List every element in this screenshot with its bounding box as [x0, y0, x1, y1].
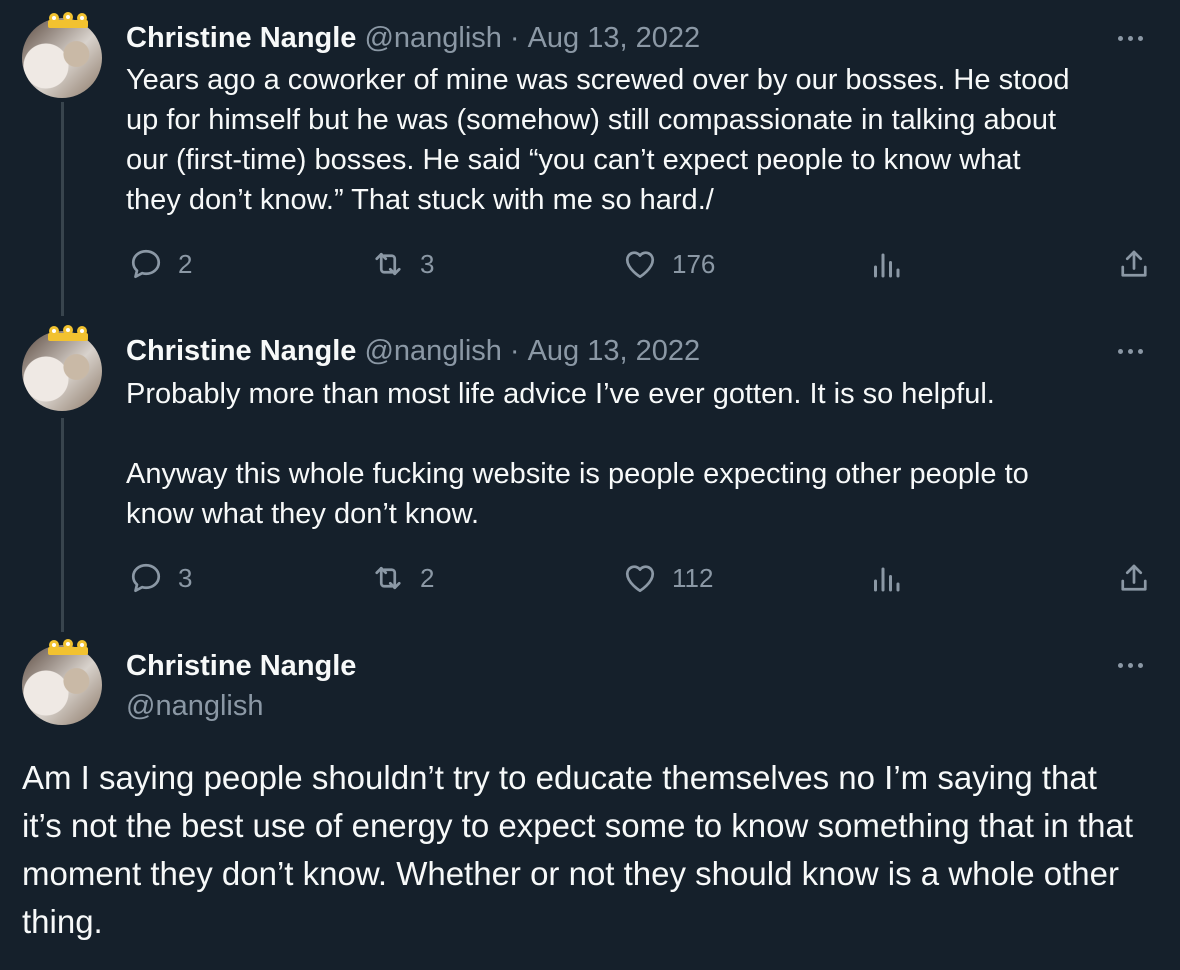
handle[interactable]: @nanglish: [364, 22, 501, 55]
reply-icon: [131, 563, 161, 593]
timestamp[interactable]: Aug 13, 2022: [528, 335, 701, 368]
handle[interactable]: @nanglish: [364, 335, 501, 368]
retweet-icon: [375, 252, 401, 276]
reply-count: 2: [178, 248, 193, 279]
like-button[interactable]: 176: [622, 246, 715, 282]
avatar[interactable]: [22, 639, 102, 725]
more-icon[interactable]: [1118, 33, 1150, 43]
views-button[interactable]: [868, 246, 904, 282]
display-name[interactable]: Christine Nangle: [126, 22, 356, 55]
crown-icon: [48, 639, 88, 655]
more-icon[interactable]: [1118, 346, 1150, 356]
share-icon: [1121, 250, 1147, 277]
crown-icon: [48, 12, 88, 28]
views-icon: [874, 567, 900, 592]
share-button[interactable]: [1116, 560, 1152, 596]
tweet-text: Probably more than most life advice I’ve…: [126, 378, 1029, 530]
tweet-text: Am I saying people shouldn’t try to educ…: [22, 759, 1134, 940]
like-icon: [625, 251, 655, 279]
handle[interactable]: @nanglish: [126, 686, 263, 726]
avatar[interactable]: [22, 12, 102, 98]
reply-button[interactable]: 3: [128, 560, 192, 596]
crown-icon: [48, 325, 88, 341]
retweet-button[interactable]: 3: [370, 246, 434, 282]
reply-count: 3: [178, 562, 193, 593]
avatar[interactable]: [22, 325, 102, 411]
retweet-count: 3: [420, 248, 435, 279]
like-icon: [625, 565, 655, 593]
thread-line: [61, 102, 64, 316]
tweet-text: Years ago a coworker of mine was screwed…: [126, 64, 1070, 216]
tweet-header: Christine Nangle @nanglish · Aug 13, 202…: [126, 18, 700, 58]
reply-button[interactable]: 2: [128, 246, 192, 282]
tweet-header: Christine Nangle @nanglish · Aug 13, 202…: [126, 331, 700, 371]
more-icon[interactable]: [1118, 660, 1150, 670]
thread-line: [61, 418, 64, 632]
like-count: 112: [672, 562, 714, 593]
like-count: 176: [672, 248, 716, 279]
reply-icon: [131, 249, 161, 279]
views-icon: [874, 253, 900, 278]
display-name[interactable]: Christine Nangle: [126, 335, 356, 368]
share-icon: [1121, 564, 1147, 591]
separator: ·: [509, 334, 520, 367]
separator: ·: [509, 21, 520, 54]
like-button[interactable]: 112: [622, 560, 713, 596]
display-name[interactable]: Christine Nangle: [126, 646, 356, 686]
retweet-count: 2: [420, 562, 435, 593]
views-button[interactable]: [868, 560, 904, 596]
retweet-icon: [375, 566, 401, 590]
timestamp[interactable]: Aug 13, 2022: [528, 22, 701, 55]
share-button[interactable]: [1116, 246, 1152, 282]
retweet-button[interactable]: 2: [370, 560, 434, 596]
